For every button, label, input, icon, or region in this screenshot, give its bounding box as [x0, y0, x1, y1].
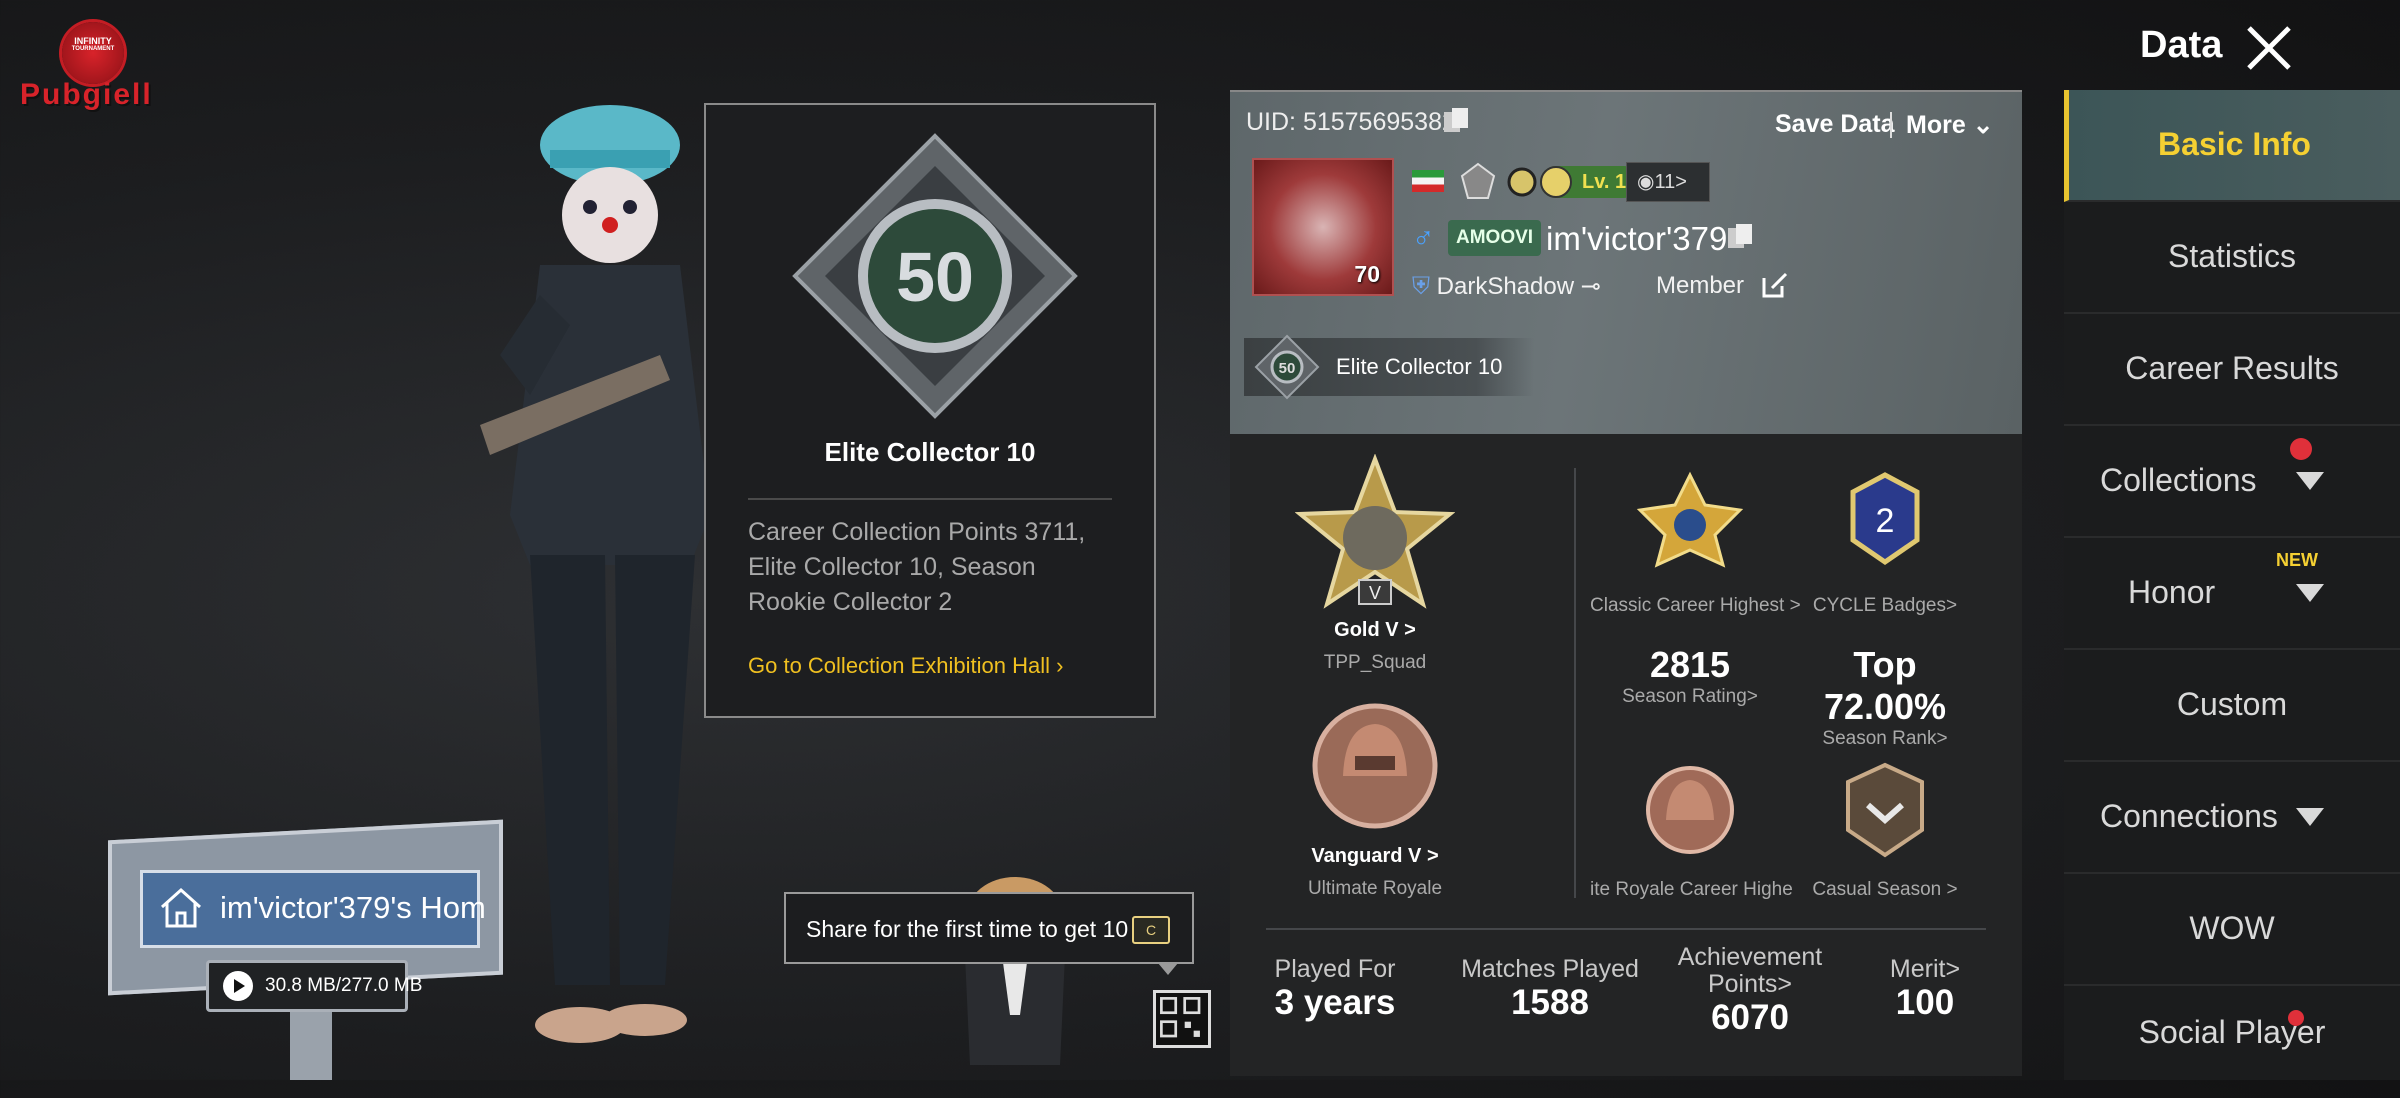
page-title: Data [2140, 24, 2223, 66]
avatar[interactable]: 70 [1252, 158, 1394, 296]
chevron-down-icon [2296, 584, 2324, 602]
cycle-badge-icon: 2 [1850, 472, 1920, 566]
matches-played: Matches Played 1588 [1461, 955, 1639, 1023]
rp-icon: ◉ [1637, 171, 1655, 193]
level-badge: Lv. 10 [1540, 166, 1640, 198]
sign-post [290, 1005, 332, 1080]
qr-code-icon[interactable] [1153, 990, 1211, 1048]
download-progress[interactable]: 30.8 MB/277.0 MB [206, 960, 422, 1012]
clan-shield-icon: ⛨ [1412, 273, 1437, 300]
chevron-down-icon: ⌄ [1965, 111, 1994, 139]
played-for: Played For 3 years [1274, 955, 1396, 1023]
clan-tag: AMOOVI [1448, 220, 1542, 256]
save-data-button[interactable]: Save Data [1775, 110, 1895, 139]
season-rating[interactable]: 2815 Season Rating> [1590, 644, 1790, 708]
elite-collector-medal-icon: 50 [792, 133, 1078, 419]
tab-career-results[interactable]: Career Results [2064, 314, 2400, 426]
sidebar: Basic Info Statistics Career Results Col… [2064, 90, 2400, 1080]
divider [748, 498, 1112, 500]
tab-basic-info[interactable]: Basic Info [2064, 90, 2400, 202]
uid-label: UID: 51575695382 [1246, 108, 1456, 136]
chevron-down-icon [2296, 472, 2324, 490]
svg-text:50: 50 [896, 238, 974, 316]
play-icon [223, 971, 253, 1001]
ultimate-royale-career-highest[interactable]: ite Royale Career Highe [1590, 760, 1793, 901]
title-badge-banner[interactable]: 50 Elite Collector 10 [1244, 334, 1534, 400]
tab-custom[interactable]: Custom [2064, 650, 2400, 762]
new-badge: NEW [2276, 550, 2318, 570]
elite-collector-small-icon: 50 [1254, 334, 1320, 400]
vanguard-helmet-rank-icon [1312, 703, 1438, 829]
svg-text:50: 50 [1279, 360, 1296, 377]
watermark-logo: INFINITY TOURNAMENT Pubgiell [20, 22, 170, 122]
coupon-icon: C [1132, 916, 1170, 944]
chevron-down-icon [2296, 808, 2324, 826]
infinity-seal: INFINITY TOURNAMENT [62, 22, 124, 84]
svg-text:2: 2 [1876, 502, 1895, 540]
key-icon: ⊸ [1574, 273, 1601, 300]
player-name: im'victor'379 [1546, 220, 1728, 257]
copy-name-icon[interactable] [1726, 222, 1754, 252]
country-flag-icon [1412, 170, 1444, 192]
medal-detail-popup: 50 Elite Collector 10 Career Collection … [704, 103, 1156, 718]
edit-icon[interactable] [1760, 270, 1790, 300]
cycle-badges[interactable]: 2 CYCLE Badges> [1795, 470, 1975, 617]
logo-wordmark: Pubgiell [20, 78, 153, 111]
royale-pass-badge[interactable]: ◉11> [1626, 162, 1710, 202]
tab-social-player[interactable]: Social Player [2064, 986, 2400, 1098]
tab-collections[interactable]: Collections [2064, 426, 2400, 538]
casual-badge-icon [1846, 762, 1924, 858]
chevron-right-icon: › [1050, 653, 1064, 678]
notification-dot [2288, 1010, 2304, 1026]
home-icon [160, 887, 202, 928]
achievement-points[interactable]: Achievement Points> 6070 [1650, 944, 1850, 1038]
tab-connections[interactable]: Connections [2064, 762, 2400, 874]
profile-card: UID: 51575695382 Save Data More ⌄ 70 Lv.… [1230, 90, 2022, 436]
ultimate-helmet-badge-icon [1646, 766, 1734, 854]
home-name: im'victor'379's Hom [220, 890, 486, 925]
compass-icon [1507, 167, 1537, 197]
gold-star-rank-icon: V [1294, 453, 1456, 609]
tpp-squad-rank[interactable]: V Gold V > TPP_Squad [1290, 453, 1460, 674]
medal-description: Career Collection Points 3711, Elite Col… [748, 518, 1086, 616]
tab-honor[interactable]: NEW Honor [2064, 538, 2400, 650]
tab-statistics[interactable]: Statistics [2064, 202, 2400, 314]
copy-uid-icon[interactable] [1442, 106, 1470, 136]
clan-name[interactable]: ⛨ DarkShadow ⊸ [1412, 272, 1601, 301]
clan-role: Member [1656, 272, 1745, 299]
close-icon[interactable] [2243, 22, 2295, 74]
tab-wow[interactable]: WOW [2064, 874, 2400, 986]
conqueror-badge-icon [1636, 471, 1744, 568]
avatar-level: 70 [1354, 261, 1380, 287]
season-rank[interactable]: Top 72.00% Season Rank> [1790, 644, 1980, 750]
svg-text:V: V [1369, 583, 1381, 603]
stats-panel: V Gold V > TPP_Squad Vanguard V > Ultima… [1230, 434, 2022, 1076]
male-gender-icon: ♂ [1412, 222, 1435, 255]
medal-title: Elite Collector 10 [824, 437, 1036, 467]
divider [1574, 468, 1576, 898]
more-dropdown[interactable]: More ⌄ [1906, 110, 1994, 140]
divider [1266, 928, 1986, 930]
collection-exhibition-link[interactable]: Go to Collection Exhibition Hall › [748, 653, 1064, 679]
merit[interactable]: Merit> 100 [1860, 956, 1990, 1023]
share-reward-bubble[interactable]: Share for the first time to get 10 C [784, 892, 1194, 975]
gift-icon [2290, 438, 2312, 460]
classic-career-highest[interactable]: Classic Career Highest > [1590, 470, 1801, 617]
tier-emblem-icon [1460, 162, 1496, 199]
casual-season[interactable]: Casual Season > [1795, 760, 1975, 901]
ultimate-royale-rank[interactable]: Vanguard V > Ultimate Royale [1290, 696, 1460, 900]
